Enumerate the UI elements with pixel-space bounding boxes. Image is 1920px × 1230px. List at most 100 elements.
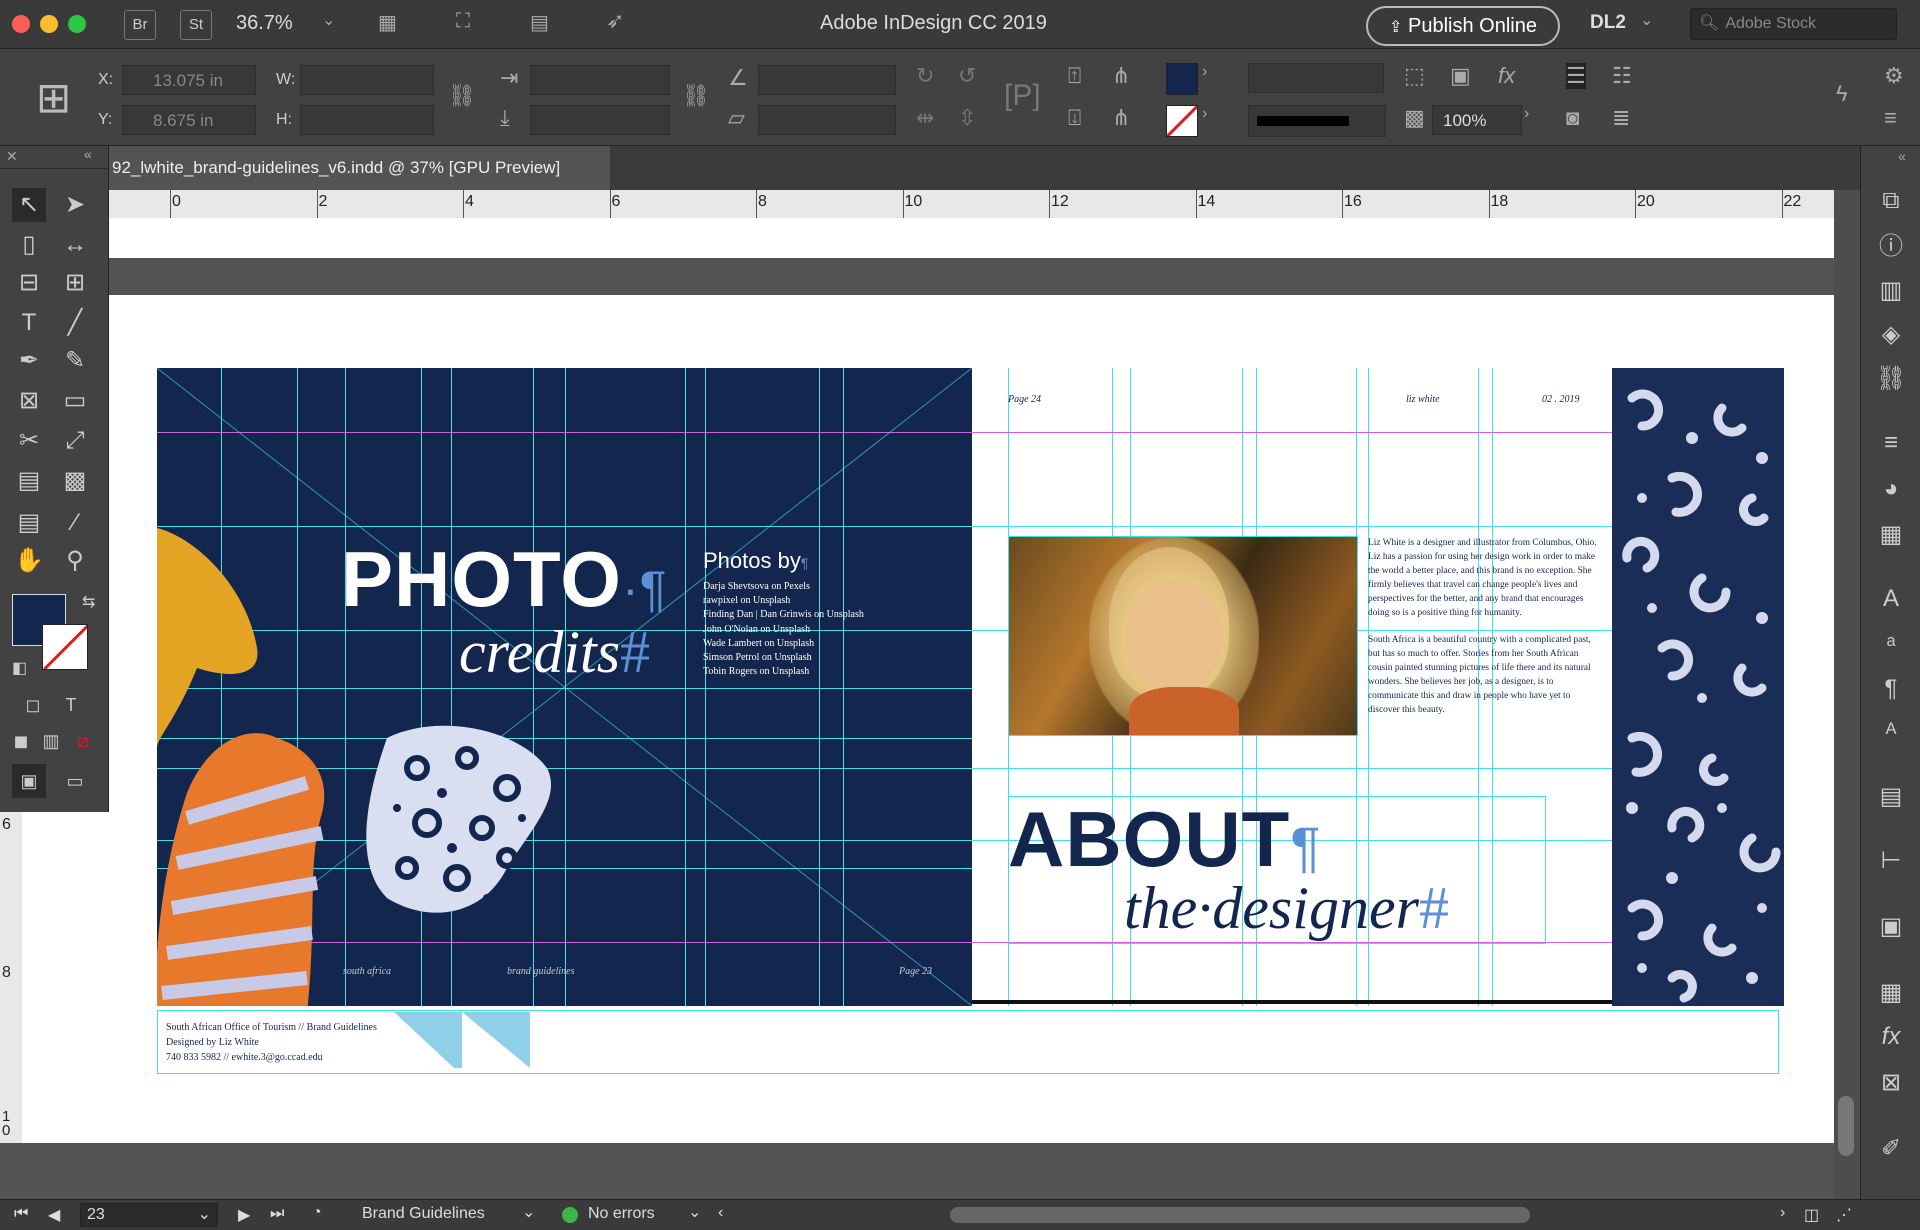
select-previous-icon[interactable]: ⋔ xyxy=(1112,63,1130,89)
right-page[interactable]: Page 24 liz white 02 . 2019 Liz White is… xyxy=(972,368,1612,1006)
direct-selection-tool-icon[interactable]: ➤ xyxy=(58,188,92,222)
text-wrap-none-icon[interactable]: ☰ xyxy=(1566,63,1586,89)
character-panel-icon[interactable]: A xyxy=(1874,582,1908,616)
page-tool-icon[interactable]: ▯ xyxy=(12,228,46,262)
workspace-switcher[interactable]: DL2 xyxy=(1590,12,1626,34)
flip-vertical-icon[interactable]: ⇳ xyxy=(958,105,976,131)
color-panel-icon[interactable]: ▦ xyxy=(1874,518,1908,552)
chevron-right-icon[interactable]: › xyxy=(1202,105,1207,123)
normal-view-icon[interactable]: ▣ xyxy=(12,764,46,798)
text-wrap-shape-icon[interactable]: ◙ xyxy=(1566,105,1579,131)
collapse-panel-icon[interactable]: « xyxy=(84,146,92,162)
text-wrap-panel-icon[interactable]: ▣ xyxy=(1874,910,1908,944)
apply-gradient-icon[interactable]: ▥ xyxy=(34,724,68,758)
fitting-icon[interactable]: ⬚ xyxy=(1404,63,1425,89)
effects-panel-icon[interactable]: fx xyxy=(1874,1020,1908,1054)
master-page-label[interactable]: Brand Guidelines xyxy=(362,1205,485,1223)
rotate-counterclockwise-icon[interactable]: ↺ xyxy=(958,63,976,89)
text-wrap-bounding-icon[interactable]: ☷ xyxy=(1612,63,1632,89)
rotation-field[interactable] xyxy=(758,65,896,95)
rectangle-frame-tool-icon[interactable]: ⊠ xyxy=(12,384,46,418)
preflight-status[interactable]: No errors xyxy=(588,1205,655,1223)
pen-tool-icon[interactable]: ✒ xyxy=(12,344,46,378)
reference-point-icon[interactable]: ⊞ xyxy=(36,73,71,122)
publish-rocket-icon[interactable]: ➶ xyxy=(606,8,624,34)
apply-none-icon[interactable]: ⧄ xyxy=(66,724,100,758)
rotate-clockwise-icon[interactable]: ↻ xyxy=(916,63,934,89)
leopard-pattern-strip[interactable] xyxy=(1612,368,1784,1006)
chevron-down-icon[interactable]: ⌄ xyxy=(322,10,335,30)
close-window-button[interactable] xyxy=(12,15,30,33)
default-colors-icon[interactable]: ◧ xyxy=(12,658,27,678)
document-tab[interactable]: 92_lwhite_brand-guidelines_v6.indd @ 37%… xyxy=(90,146,610,190)
panel-menu-icon[interactable]: ≡ xyxy=(1884,105,1897,131)
content-collector-icon[interactable]: ⊟ xyxy=(12,266,46,300)
select-content-icon[interactable]: ⍗ xyxy=(1068,105,1081,131)
stroke-weight-field[interactable] xyxy=(1248,63,1384,93)
paragraph-styles-icon[interactable]: ᴬ xyxy=(1874,716,1908,750)
gap-tool-icon[interactable]: ↔ xyxy=(58,228,92,262)
formatting-text-icon[interactable]: T xyxy=(54,688,88,722)
stroke-panel-icon[interactable]: ≡ xyxy=(1874,426,1908,460)
paragraph-panel-icon[interactable]: ¶ xyxy=(1874,672,1908,706)
x-position-field[interactable]: 13.075 in xyxy=(122,65,256,95)
cc-libraries-icon[interactable]: ▥ xyxy=(1874,274,1908,308)
select-container-icon[interactable]: ⍐ xyxy=(1068,63,1081,89)
stroke-swatch[interactable] xyxy=(1166,105,1198,137)
content-placer-icon[interactable]: ⊞ xyxy=(58,266,92,300)
next-spread-icon[interactable]: ▶ xyxy=(238,1205,250,1225)
last-spread-icon[interactable]: ⏭ xyxy=(270,1205,284,1223)
layers-panel-icon[interactable]: ◈ xyxy=(1874,318,1908,352)
width-field[interactable] xyxy=(300,65,434,95)
quick-apply-icon[interactable]: ϟ xyxy=(1836,81,1848,107)
swatches-panel-icon[interactable]: ◕ xyxy=(1874,472,1908,506)
zoom-level[interactable]: 36.7% xyxy=(236,12,293,35)
select-next-icon[interactable]: ⋔ xyxy=(1112,105,1130,131)
arrange-documents-icon[interactable]: ▤ xyxy=(530,10,549,35)
publish-online-button[interactable]: ⇪ Publish Online xyxy=(1366,6,1560,46)
expand-dock-icon[interactable]: « xyxy=(1898,148,1906,164)
table-styles-icon[interactable]: ▦ xyxy=(1874,976,1908,1010)
master-icon[interactable]: ◔ xyxy=(312,1204,322,1222)
pages-panel-icon[interactable]: ⧉ xyxy=(1874,184,1908,218)
close-panel-icon[interactable]: ✕ xyxy=(6,148,18,165)
stock-button[interactable]: St xyxy=(180,10,212,40)
vertical-scrollbar[interactable] xyxy=(1834,190,1860,1199)
minimize-window-button[interactable] xyxy=(40,15,58,33)
effects-icon[interactable]: fx xyxy=(1498,63,1515,89)
pattern-swatch-thumbnail[interactable] xyxy=(394,1012,530,1068)
swap-colors-icon[interactable]: ⇆ xyxy=(82,592,95,612)
previous-spread-icon[interactable]: ◀ xyxy=(48,1205,60,1225)
horizontal-ruler[interactable]: 0 2 4 6 8 10 12 14 16 18 20 22 xyxy=(0,190,1860,219)
preflight-panel-icon[interactable]: ✐ xyxy=(1874,1132,1908,1166)
character-styles-icon[interactable]: ᵃ xyxy=(1874,628,1908,662)
info-panel-icon[interactable]: ⓘ xyxy=(1874,230,1908,264)
height-field[interactable] xyxy=(300,105,434,135)
chevron-down-icon[interactable]: ⌄ xyxy=(688,1202,701,1222)
adobe-stock-search[interactable]: 🔍︎ Adobe Stock xyxy=(1690,8,1897,40)
constrain-proportions-icon[interactable]: ⛓ xyxy=(448,83,476,109)
free-transform-tool-icon[interactable]: ⤢ xyxy=(58,424,92,458)
vertical-scroll-thumb[interactable] xyxy=(1838,1096,1854,1156)
stroke-type-select[interactable] xyxy=(1248,105,1386,137)
split-layout-icon[interactable]: ◫ xyxy=(1804,1205,1819,1225)
page-number-field[interactable]: 23 ⌄ xyxy=(80,1203,218,1227)
scroll-left-icon[interactable]: ‹ xyxy=(718,1204,723,1222)
screen-mode-icon[interactable]: ▭ xyxy=(58,764,92,798)
scissors-tool-icon[interactable]: ✂ xyxy=(12,424,46,458)
constrain-scale-icon[interactable]: ⛓ xyxy=(682,83,710,109)
apply-color-icon[interactable]: ◼ xyxy=(4,724,38,758)
hand-tool-icon[interactable]: ✋ xyxy=(12,544,46,578)
formatting-container-icon[interactable]: ◻ xyxy=(16,688,50,722)
zoom-tool-icon[interactable]: ⚲ xyxy=(58,544,92,578)
fill-swatch[interactable] xyxy=(1166,63,1198,95)
first-spread-icon[interactable]: ⏮ xyxy=(14,1205,28,1223)
chevron-down-icon[interactable]: ⌄ xyxy=(522,1202,535,1222)
pencil-tool-icon[interactable]: ✎ xyxy=(58,344,92,378)
left-page[interactable]: PHOTO·¶ credits# Photos by¶ Darja Shevts… xyxy=(157,368,972,1006)
flip-horizontal-icon[interactable]: ⇹ xyxy=(916,105,934,131)
scale-y-field[interactable] xyxy=(530,105,670,135)
designer-portrait-photo[interactable] xyxy=(1008,536,1358,736)
eyedropper-tool-icon[interactable]: ⁄ xyxy=(58,506,92,540)
opacity-field[interactable]: 100% xyxy=(1432,105,1522,135)
